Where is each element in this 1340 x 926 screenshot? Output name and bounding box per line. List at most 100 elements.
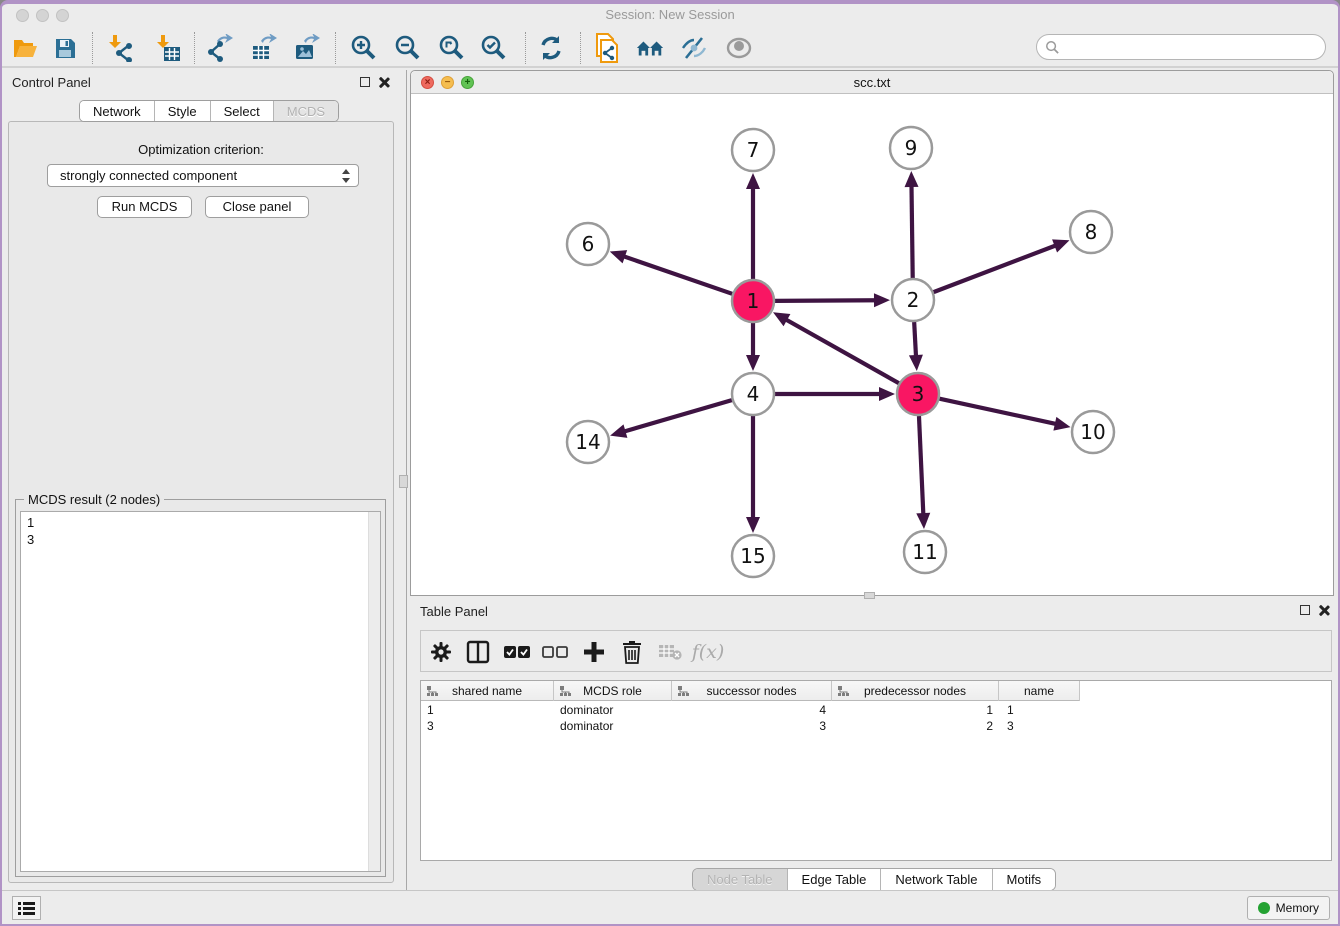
cell-mcds-role[interactable]: dominator	[554, 718, 672, 734]
import-network-icon[interactable]	[104, 34, 134, 62]
delete-column-icon[interactable]	[617, 638, 647, 666]
tab-mcds[interactable]: MCDS	[274, 101, 338, 121]
save-session-icon[interactable]	[50, 34, 80, 62]
tab-motifs[interactable]: Motifs	[993, 869, 1056, 890]
cell-predecessor-nodes[interactable]: 2	[832, 718, 999, 734]
graph-node-label: 1	[747, 289, 760, 313]
criterion-select[interactable]: strongly connected component	[47, 164, 359, 187]
mcds-result-title: MCDS result (2 nodes)	[24, 492, 164, 507]
graph-node-label: 2	[907, 288, 920, 312]
cell-mcds-role[interactable]: dominator	[554, 702, 672, 718]
graph-edge-arrow	[746, 517, 760, 533]
attribute-tree-icon	[837, 685, 849, 697]
network-graph: 7968124314101511	[411, 94, 1333, 595]
memory-status-icon	[1258, 902, 1270, 914]
memory-button[interactable]: Memory	[1247, 896, 1330, 920]
deselect-all-icon[interactable]	[540, 638, 570, 666]
horizontal-splitter-handle[interactable]	[864, 592, 875, 599]
status-bar: Memory	[2, 890, 1338, 924]
graph-edge-4-14[interactable]	[622, 400, 732, 432]
graph-edge-2-8[interactable]	[934, 244, 1059, 292]
show-all-networks-icon[interactable]	[635, 34, 665, 62]
mcds-result-list[interactable]: 1 3	[20, 511, 381, 872]
graph-edge-1-2[interactable]	[775, 300, 878, 301]
graph-node-label: 6	[582, 232, 595, 256]
run-mcds-button[interactable]: Run MCDS	[97, 196, 192, 218]
tab-network[interactable]: Network	[80, 101, 155, 121]
result-scrollbar[interactable]	[368, 512, 380, 871]
task-history-button[interactable]	[12, 896, 41, 920]
graph-edge-arrow	[610, 424, 627, 437]
cell-name[interactable]: 3	[999, 718, 1080, 734]
graph-node-label: 10	[1080, 420, 1105, 444]
network-canvas[interactable]: 7968124314101511	[411, 94, 1333, 595]
mcds-result-line: 1	[27, 514, 374, 531]
tab-style[interactable]: Style	[155, 101, 211, 121]
tab-edge-table[interactable]: Edge Table	[788, 869, 882, 890]
close-panel-button[interactable]: Close panel	[205, 196, 309, 218]
tab-network-table[interactable]: Network Table	[881, 869, 992, 890]
table-row[interactable]: 3 dominator 3 2 3	[421, 718, 1080, 734]
search-input[interactable]	[1060, 37, 1325, 57]
zoom-fit-icon[interactable]	[437, 34, 467, 62]
export-table-icon[interactable]	[249, 34, 279, 62]
control-panel-float-button[interactable]	[360, 77, 370, 87]
graph-edge-3-11[interactable]	[919, 416, 923, 517]
column-label: MCDS role	[583, 684, 642, 698]
graph-edge-2-9[interactable]	[911, 183, 912, 278]
open-session-icon[interactable]	[10, 34, 40, 62]
table-panel-close-button[interactable]	[1318, 605, 1329, 616]
tab-node-table[interactable]: Node Table	[693, 869, 788, 890]
mcds-result-group: MCDS result (2 nodes) 1 3	[15, 499, 386, 877]
export-network-icon[interactable]	[205, 34, 235, 62]
clone-network-icon[interactable]	[592, 34, 622, 62]
function-builder-icon: f(x)	[693, 638, 723, 666]
network-window-titlebar[interactable]: × − + scc.txt	[411, 71, 1333, 94]
control-panel-close-button[interactable]	[378, 77, 389, 88]
show-selected-icon	[724, 34, 754, 62]
column-label: name	[1024, 684, 1054, 698]
column-view-icon[interactable]	[463, 638, 493, 666]
graph-node-label: 3	[912, 382, 925, 406]
graph-edge-2-3[interactable]	[914, 322, 916, 359]
graph-edge-3-10[interactable]	[939, 399, 1058, 425]
select-all-icon[interactable]	[502, 638, 532, 666]
column-header-predecessor-nodes[interactable]: predecessor nodes	[832, 681, 999, 701]
mcds-panel: Optimization criterion: strongly connect…	[8, 121, 394, 883]
cell-predecessor-nodes[interactable]: 1	[832, 702, 999, 718]
cell-name[interactable]: 1	[999, 702, 1080, 718]
import-table-icon[interactable]	[152, 34, 182, 62]
mcds-result-line: 3	[27, 531, 374, 548]
graph-edge-arrow	[746, 173, 760, 189]
cell-shared-name[interactable]: 1	[421, 702, 554, 718]
graph-edge-arrow	[874, 293, 890, 307]
table-row[interactable]: 1 dominator 4 1 1	[421, 702, 1080, 718]
cell-successor-nodes[interactable]: 4	[672, 702, 832, 718]
zoom-in-icon[interactable]	[349, 34, 379, 62]
cell-successor-nodes[interactable]: 3	[672, 718, 832, 734]
column-header-mcds-role[interactable]: MCDS role	[554, 681, 672, 701]
hide-selected-icon[interactable]	[679, 34, 709, 62]
table-panel-float-button[interactable]	[1300, 605, 1310, 615]
graph-node-label: 15	[740, 544, 765, 568]
graph-edge-1-6[interactable]	[621, 255, 732, 293]
control-panel-title: Control Panel	[12, 75, 91, 90]
app-title: Session: New Session	[2, 7, 1338, 22]
column-header-name[interactable]: name	[999, 681, 1080, 701]
graph-edge-arrow	[610, 250, 627, 263]
graph-node-label: 4	[747, 382, 760, 406]
zoom-out-icon[interactable]	[393, 34, 423, 62]
search-field[interactable]	[1036, 34, 1326, 60]
zoom-selected-icon[interactable]	[479, 34, 509, 62]
add-column-icon[interactable]	[579, 638, 609, 666]
settings-icon[interactable]	[426, 638, 456, 666]
graph-edge-3-1[interactable]	[783, 318, 898, 383]
tab-select[interactable]: Select	[211, 101, 274, 121]
column-header-successor-nodes[interactable]: successor nodes	[672, 681, 832, 701]
select-updown-icon	[341, 168, 351, 184]
vertical-splitter-handle[interactable]	[399, 475, 408, 488]
column-header-shared-name[interactable]: shared name	[421, 681, 554, 701]
refresh-icon[interactable]	[536, 34, 566, 62]
export-image-icon[interactable]	[292, 34, 322, 62]
cell-shared-name[interactable]: 3	[421, 718, 554, 734]
